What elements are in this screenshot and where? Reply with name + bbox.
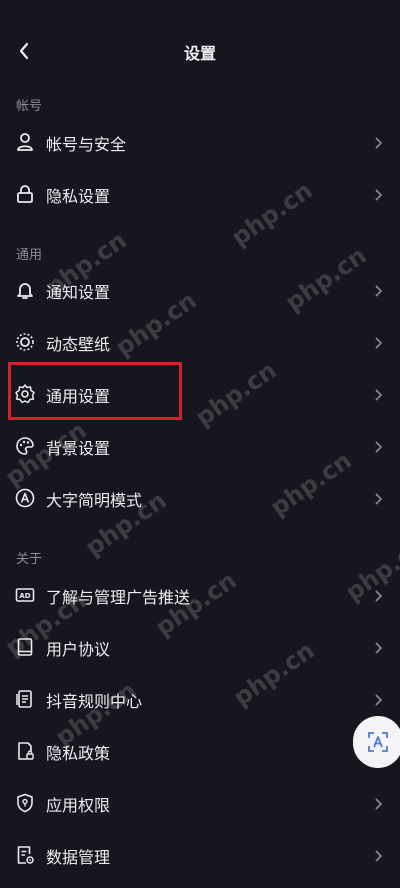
floating-text-button[interactable] [353,716,400,768]
data-settings-icon [17,846,34,864]
wallpaper-icon [16,333,34,351]
settings-item-label: 了解与管理广告推送 [46,588,191,607]
settings-item-background-settings[interactable]: 背景设置 [0,421,400,473]
settings-item-label: 大字简明模式 [46,491,143,510]
settings-item-app-permissions[interactable]: 应用权限 [0,778,400,830]
chevron-right-icon [375,389,383,401]
settings-item-privacy-policy[interactable]: 隐私政策 [0,726,400,778]
chevron-right-icon [375,137,383,149]
chevron-right-icon [375,493,383,505]
settings-item-community-rules[interactable]: 抖音规则中心 [0,674,400,726]
page-title: 设置 [183,44,216,63]
settings-item-label: 背景设置 [46,439,111,458]
book-icon [17,638,33,656]
section-header-general: 通用 [16,248,43,263]
doc-lock-icon [18,742,34,760]
settings-item-label: 帐号与安全 [46,135,127,154]
chevron-right-icon [375,337,383,349]
palette-icon [16,437,34,455]
person-icon [17,133,33,151]
settings-item-label: 数据管理 [46,848,111,867]
settings-item-label: 通知设置 [46,283,111,302]
chevron-right-icon [375,850,383,862]
text-scan-icon [368,732,388,752]
chevron-right-icon [375,798,383,810]
chevron-right-icon [375,590,383,602]
settings-item-ad-management[interactable]: AD 了解与管理广告推送 [0,570,400,622]
settings-item-notification-settings[interactable]: 通知设置 [0,265,400,317]
chevron-right-icon [375,285,383,297]
bell-icon [17,283,33,299]
settings-item-privacy-settings[interactable]: 隐私设置 [0,169,400,221]
chevron-right-icon [375,441,383,453]
shield-icon [17,793,33,813]
chevron-right-icon [375,642,383,654]
header: 设置 [0,0,400,104]
section-header-about: 关于 [16,552,43,567]
settings-item-label: 应用权限 [46,796,111,815]
ad-icon: AD [15,588,35,602]
rules-doc-icon [16,690,32,708]
settings-item-user-agreement[interactable]: 用户协议 [0,622,400,674]
chevron-right-icon [375,694,383,706]
text-a-icon [15,488,35,508]
settings-item-label: 隐私政策 [46,744,111,763]
svg-text:AD: AD [19,592,30,600]
lock-icon [17,185,33,203]
highlight-box [8,362,182,420]
settings-item-label: 抖音规则中心 [46,692,143,711]
settings-item-label: 隐私设置 [46,187,111,206]
settings-item-account-security[interactable]: 帐号与安全 [0,117,400,169]
settings-item-large-text-mode[interactable]: 大字简明模式 [0,473,400,525]
section-header-account: 帐号 [16,99,43,114]
settings-item-label: 动态壁纸 [46,335,111,354]
settings-item-data-management[interactable]: 数据管理 [0,830,400,882]
settings-item-label: 用户协议 [46,640,111,659]
chevron-right-icon [375,189,383,201]
